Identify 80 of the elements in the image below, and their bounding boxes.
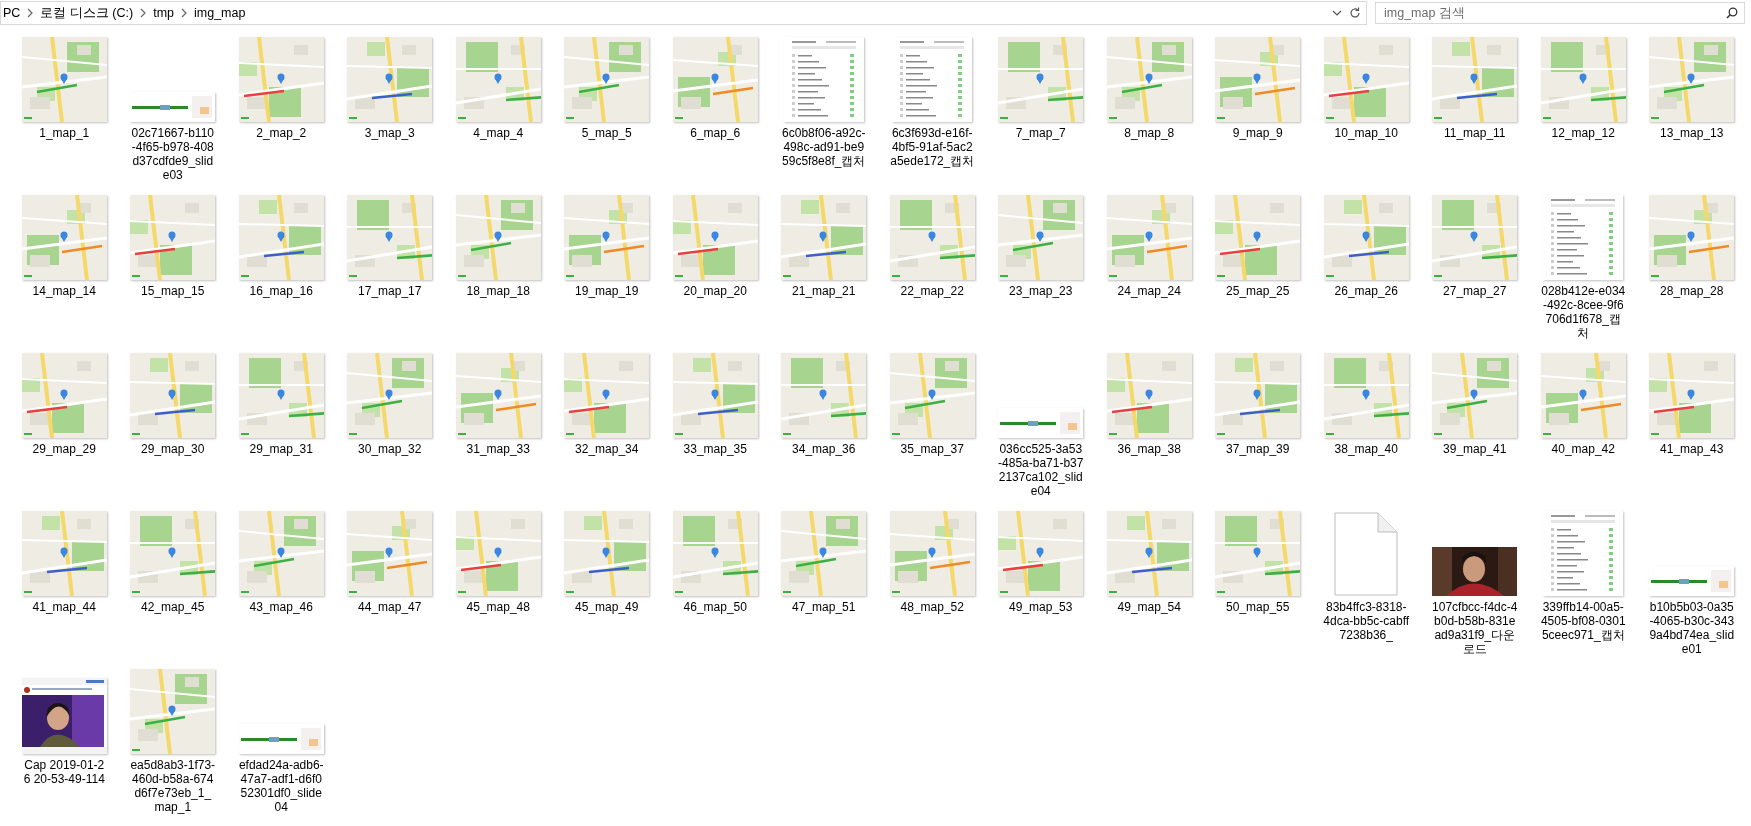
file-name[interactable]: 8_map_8 bbox=[1106, 126, 1193, 140]
file-name[interactable]: 32_map_34 bbox=[563, 442, 650, 456]
file-name[interactable]: 6_map_6 bbox=[672, 126, 759, 140]
file-name[interactable]: 15_map_15 bbox=[129, 284, 216, 298]
file-name[interactable]: 29_map_30 bbox=[129, 442, 216, 456]
file-name[interactable]: 30_map_32 bbox=[346, 442, 433, 456]
file-name[interactable]: 16_map_16 bbox=[238, 284, 325, 298]
file-name[interactable]: 6c3f693d-e16f-4bf5-91af-5ac2a5ede172_캡처 bbox=[889, 126, 976, 168]
file-name[interactable]: efdad24a-adb6-47a7-adf1-d6f052301df0_slide04 bbox=[238, 758, 325, 814]
file-name[interactable]: 37_map_39 bbox=[1214, 442, 1301, 456]
file-name[interactable]: 31_map_33 bbox=[455, 442, 542, 456]
breadcrumb-item[interactable]: 로컬 디스크 (C:) bbox=[40, 4, 134, 22]
file-name[interactable]: 5_map_5 bbox=[563, 126, 650, 140]
file-name[interactable]: 6c0b8f06-a92c-498c-ad91-be959c5f8e8f_캡처 bbox=[780, 126, 867, 168]
file-name[interactable]: 27_map_27 bbox=[1431, 284, 1518, 298]
file-name[interactable]: 28_map_28 bbox=[1648, 284, 1735, 298]
file-name[interactable]: 26_map_26 bbox=[1323, 284, 1410, 298]
file-name[interactable]: 34_map_36 bbox=[780, 442, 867, 456]
dropdown-icon[interactable] bbox=[1332, 9, 1342, 17]
chevron-icon bbox=[180, 8, 188, 18]
file-name[interactable]: 1_map_1 bbox=[21, 126, 108, 140]
search-field[interactable]: img_map 검색 bbox=[1375, 2, 1745, 24]
address-bar[interactable]: PC 로컬 디스크 (C:) tmp img_map bbox=[0, 1, 1367, 25]
breadcrumb-item[interactable]: PC bbox=[3, 6, 21, 20]
file-name[interactable]: 7_map_7 bbox=[997, 126, 1084, 140]
file-name[interactable]: 107cfbcc-f4dc-4b0d-b58b-831ead9a31f9_다운로드 bbox=[1431, 600, 1518, 656]
file-name[interactable]: 49_map_53 bbox=[997, 600, 1084, 614]
file-name[interactable]: 45_map_48 bbox=[455, 600, 542, 614]
file-name[interactable]: 47_map_51 bbox=[780, 600, 867, 614]
file-name[interactable]: 028b412e-e034-492c-8cee-9f6706d1f678_캡처 bbox=[1540, 284, 1627, 340]
file-name[interactable]: Cap 2019-01-26 20-53-49-114 bbox=[21, 758, 108, 786]
file-name[interactable]: 49_map_54 bbox=[1106, 600, 1193, 614]
file-name[interactable]: 13_map_13 bbox=[1648, 126, 1735, 140]
file-name[interactable]: 17_map_17 bbox=[346, 284, 433, 298]
file-name[interactable]: 44_map_47 bbox=[346, 600, 433, 614]
refresh-icon[interactable] bbox=[1348, 6, 1362, 20]
file-name[interactable]: 42_map_45 bbox=[129, 600, 216, 614]
file-name[interactable]: 48_map_52 bbox=[889, 600, 976, 614]
file-name[interactable]: 38_map_40 bbox=[1323, 442, 1410, 456]
file-name[interactable]: 02c71667-b110-4f65-b978-408d37cdfde9_slide03 bbox=[129, 126, 216, 182]
file-name[interactable]: 41_map_43 bbox=[1648, 442, 1735, 456]
file-name[interactable]: 9_map_9 bbox=[1214, 126, 1301, 140]
file-icon bbox=[1334, 512, 1399, 596]
breadcrumb-item[interactable]: img_map bbox=[194, 6, 246, 20]
file-name[interactable]: b10b5b03-0a35-4065-b30c-3439a4bd74ea_slide01 bbox=[1648, 600, 1735, 656]
file-name[interactable]: 24_map_24 bbox=[1106, 284, 1193, 298]
file-name[interactable]: 41_map_44 bbox=[21, 600, 108, 614]
file-name[interactable]: 036cc525-3a53-485a-ba71-b372137ca102_slide04 bbox=[997, 442, 1084, 498]
file-name[interactable]: ea5d8ab3-1f73-460d-b58a-674d6f7e73eb_1_map_1 bbox=[129, 758, 216, 814]
chevron-icon bbox=[139, 8, 148, 18]
file-name[interactable]: 21_map_21 bbox=[780, 284, 867, 298]
file-name[interactable]: 29_map_31 bbox=[238, 442, 325, 456]
file-name[interactable]: 40_map_42 bbox=[1540, 442, 1627, 456]
file-name[interactable]: 33_map_35 bbox=[672, 442, 759, 456]
file-name[interactable]: 12_map_12 bbox=[1540, 126, 1627, 140]
file-name[interactable]: 83b4ffc3-8318-4dca-bb5c-cabff7238b36_ bbox=[1323, 600, 1410, 642]
file-name[interactable]: 19_map_19 bbox=[563, 284, 650, 298]
file-name[interactable]: 2_map_2 bbox=[238, 126, 325, 140]
file-name[interactable]: 50_map_55 bbox=[1214, 600, 1301, 614]
file-name[interactable]: 339ffb14-00a5-4505-bf08-03015ceec971_캡처 bbox=[1540, 600, 1627, 642]
file-name[interactable]: 46_map_50 bbox=[672, 600, 759, 614]
file-name[interactable]: 43_map_46 bbox=[238, 600, 325, 614]
search-icon[interactable] bbox=[1726, 7, 1738, 19]
file-name[interactable]: 18_map_18 bbox=[455, 284, 542, 298]
file-name[interactable]: 36_map_38 bbox=[1106, 442, 1193, 456]
file-name[interactable]: 20_map_20 bbox=[672, 284, 759, 298]
file-name[interactable]: 39_map_41 bbox=[1431, 442, 1518, 456]
file-name[interactable]: 35_map_37 bbox=[889, 442, 976, 456]
file-name[interactable]: 23_map_23 bbox=[997, 284, 1084, 298]
file-name[interactable]: 22_map_22 bbox=[889, 284, 976, 298]
chevron-icon bbox=[26, 8, 35, 18]
file-name[interactable]: 45_map_49 bbox=[563, 600, 650, 614]
file-name[interactable]: 3_map_3 bbox=[346, 126, 433, 140]
file-name[interactable]: 25_map_25 bbox=[1214, 284, 1301, 298]
breadcrumb-item[interactable]: tmp bbox=[153, 6, 174, 20]
file-name[interactable]: 4_map_4 bbox=[455, 126, 542, 140]
file-name[interactable]: 29_map_29 bbox=[21, 442, 108, 456]
file-name[interactable]: 14_map_14 bbox=[21, 284, 108, 298]
file-name[interactable]: 11_map_11 bbox=[1431, 126, 1518, 140]
file-name[interactable]: 10_map_10 bbox=[1323, 126, 1410, 140]
